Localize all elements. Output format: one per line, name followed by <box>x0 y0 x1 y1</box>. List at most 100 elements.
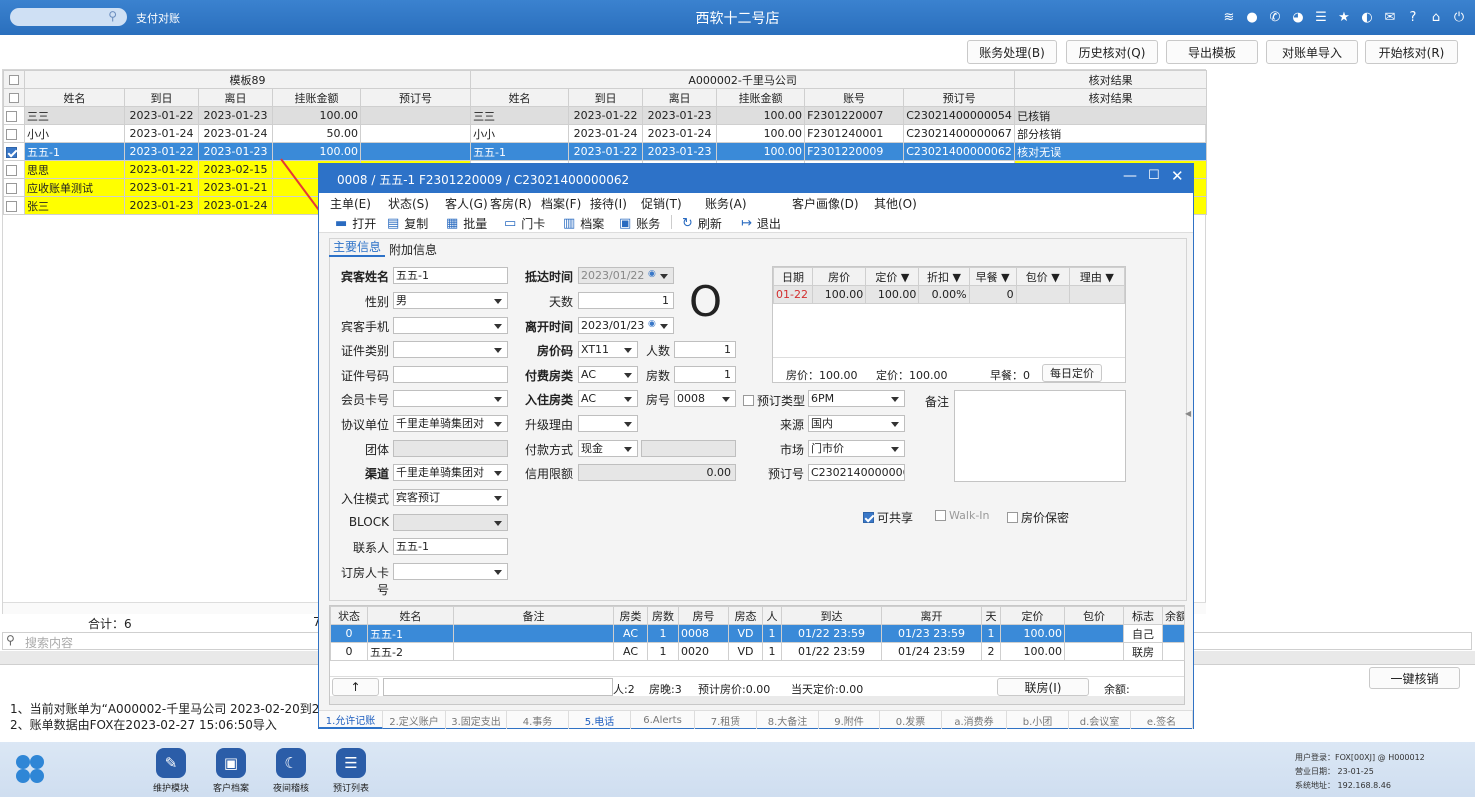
list-col-header[interactable]: 余额 <box>1162 606 1185 625</box>
one-click-writeoff-button[interactable]: 一键核销 <box>1369 667 1460 689</box>
list-col-header[interactable]: 房类 <box>613 606 648 625</box>
col-header[interactable]: 离日 <box>642 88 718 107</box>
palette-icon[interactable]: ◕ <box>1290 9 1306 25</box>
channel-select[interactable]: 千里走单骑集团对 <box>393 464 508 481</box>
bottom-tab[interactable]: 1.允许记账 <box>319 711 383 729</box>
rate-col-header[interactable]: 房价 <box>812 267 867 286</box>
bottom-tab[interactable]: a.消费券 <box>942 711 1007 729</box>
rate-code-select[interactable]: XT11 <box>578 341 638 358</box>
payment-extra-input[interactable] <box>641 440 736 457</box>
bottom-tab[interactable]: 3.固定支出 <box>446 711 507 729</box>
col-header[interactable]: 账号 <box>804 88 905 107</box>
menu-icon[interactable]: ☰ <box>1313 9 1329 25</box>
reservation-number-input[interactable]: C23021400000062 <box>808 464 905 481</box>
account-process-button[interactable]: 账务处理(B) <box>967 40 1057 64</box>
rate-col-header[interactable]: 定价 ▼ <box>865 267 920 286</box>
bottom-tab[interactable]: b.小团 <box>1007 711 1069 729</box>
row-checkbox[interactable] <box>3 124 25 143</box>
col-header[interactable]: 预订号 <box>359 88 472 107</box>
col-header[interactable]: 核对结果 <box>1014 88 1208 107</box>
dock-item[interactable]: ☾ 夜间稽核 <box>266 748 316 794</box>
rate-secret-checkbox[interactable]: 房价保密 <box>1007 509 1069 526</box>
row-checkbox[interactable] <box>3 106 25 125</box>
list-col-header[interactable]: 包价 <box>1064 606 1124 625</box>
start-check-button[interactable]: 开始核对(R) <box>1365 40 1458 64</box>
daily-rate-button[interactable]: 每日定价 <box>1042 364 1102 382</box>
payment-method-select[interactable]: 现金 <box>578 440 638 457</box>
bottom-tab[interactable]: 2.定义账户 <box>383 711 446 729</box>
rate-col-header[interactable]: 包价 ▼ <box>1015 267 1070 286</box>
remark-textarea[interactable] <box>954 390 1126 482</box>
bottom-tab[interactable]: 8.大备注 <box>757 711 819 729</box>
list-col-header[interactable]: 备注 <box>453 606 614 625</box>
link-room-button[interactable]: 联房(I) <box>997 678 1089 696</box>
row-checkbox[interactable] <box>3 142 25 161</box>
select-all-checkbox[interactable] <box>3 70 25 89</box>
bottom-tab[interactable]: 5.电话 <box>569 711 631 729</box>
col-header[interactable]: 到日 <box>568 88 644 107</box>
list-col-header[interactable]: 天 <box>981 606 1001 625</box>
mail-icon[interactable]: ✉ <box>1382 9 1398 25</box>
col-header[interactable]: 姓名 <box>24 88 125 107</box>
col-header[interactable]: 姓名 <box>470 88 570 107</box>
rate-col-header[interactable]: 理由 ▼ <box>1068 267 1126 286</box>
table-row[interactable]: 小小 2023-01-24 2023-01-24 50.00 小小 2023-01-24 2… <box>3 124 1208 143</box>
list-col-header[interactable]: 房数 <box>647 606 679 625</box>
persons-input[interactable]: 1 <box>674 341 736 358</box>
bottom-tab[interactable]: 9.附件 <box>819 711 880 729</box>
upgrade-reason-select[interactable] <box>578 415 638 432</box>
bottom-tab[interactable]: 4.事务 <box>507 711 569 729</box>
col-header[interactable]: 挂账金额 <box>272 88 361 107</box>
theme-icon[interactable]: ◐ <box>1359 9 1375 25</box>
rate-col-header[interactable]: 折扣 ▼ <box>918 267 970 286</box>
bottom-tab[interactable]: 7.租赁 <box>695 711 757 729</box>
col-header[interactable]: 离日 <box>198 88 273 107</box>
home-icon[interactable]: ⌂ <box>1428 9 1444 25</box>
member-card-select[interactable] <box>393 390 508 407</box>
id-type-select[interactable] <box>393 341 508 358</box>
contact-input[interactable]: 五五-1 <box>393 538 508 555</box>
bottom-tab[interactable]: d.会议室 <box>1069 711 1131 729</box>
table-row[interactable]: 五五-1 2023-01-22 2023-01-23 100.00 五五-1 2023-0… <box>3 142 1208 161</box>
list-note-input[interactable] <box>383 678 613 696</box>
credit-limit-input[interactable]: 0.00 <box>578 464 736 481</box>
list-col-header[interactable]: 定价 <box>1000 606 1065 625</box>
dock-item[interactable]: ✎ 维护模块 <box>146 748 196 794</box>
arrival-date-input[interactable]: 2023/01/22 <box>578 267 674 284</box>
chat-icon[interactable]: ● <box>1244 9 1260 25</box>
company-select[interactable]: 千里走单骑集团对 <box>393 415 508 432</box>
group-input[interactable] <box>393 440 508 457</box>
row-checkbox[interactable] <box>3 178 25 197</box>
header-checkbox[interactable] <box>3 88 25 107</box>
bottom-tab[interactable]: e.签名 <box>1131 711 1193 729</box>
export-template-button[interactable]: 导出模板 <box>1166 40 1258 64</box>
reservation-type-select[interactable]: 6PM <box>808 390 905 407</box>
checkin-room-type-select[interactable]: AC <box>578 390 638 407</box>
row-checkbox[interactable] <box>3 196 25 215</box>
rate-col-header[interactable]: 日期 <box>772 267 814 286</box>
table-row[interactable]: 01-22 100.00 100.00 0.00% 0 <box>772 285 1126 304</box>
room-number-select[interactable]: 0008 <box>674 390 736 407</box>
star-icon[interactable]: ★ <box>1336 9 1352 25</box>
help-icon[interactable]: ? <box>1405 9 1421 25</box>
list-col-header[interactable]: 状态 <box>330 606 368 625</box>
block-select[interactable] <box>393 514 508 531</box>
rooms-input[interactable]: 1 <box>674 366 736 383</box>
walkin-checkbox[interactable]: Walk-In <box>935 509 990 522</box>
market-select[interactable]: 门市价 <box>808 440 905 457</box>
col-header[interactable]: 到日 <box>124 88 199 107</box>
source-select[interactable]: 国内 <box>808 415 905 432</box>
booker-card-select[interactable] <box>393 563 508 580</box>
days-input[interactable]: 1 <box>578 292 674 309</box>
table-row[interactable]: 三三 2023-01-22 2023-01-23 100.00 三三 2023-01-22… <box>3 106 1208 125</box>
panel-collapse-icon[interactable]: ◀ <box>1185 409 1191 418</box>
wifi-icon[interactable]: ≋ <box>1221 9 1237 25</box>
pay-room-type-select[interactable]: AC <box>578 366 638 383</box>
checkin-mode-select[interactable]: 宾客预订 <box>393 489 508 506</box>
id-number-input[interactable] <box>393 366 508 383</box>
list-col-header[interactable]: 到达 <box>781 606 882 625</box>
col-header[interactable]: 预订号 <box>903 88 1016 107</box>
phone-icon[interactable]: ✆ <box>1267 9 1283 25</box>
share-checkbox[interactable]: 可共享 <box>863 509 913 526</box>
rate-col-header[interactable]: 早餐 ▼ <box>968 267 1017 286</box>
